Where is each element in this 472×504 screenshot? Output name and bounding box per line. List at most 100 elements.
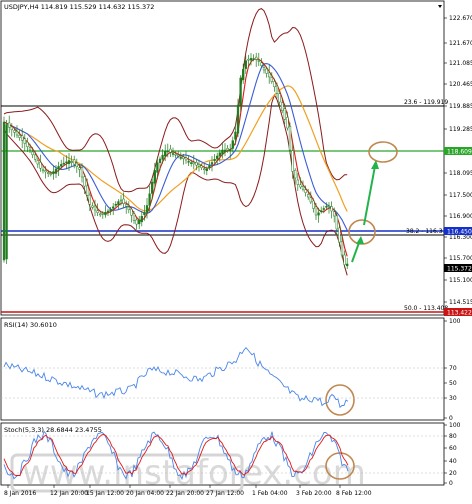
price-tick-label: 114.515: [449, 299, 472, 306]
price-tick-label: 120.465: [449, 81, 472, 88]
candle-body: [218, 152, 221, 157]
candle-body: [216, 155, 219, 159]
rsi-panel[interactable]: [0, 317, 445, 421]
price-tick-label: 119.885: [449, 103, 472, 110]
time-tick-label: 1 Feb 04:00: [252, 490, 288, 497]
price-tick-label: 116.900: [449, 213, 472, 220]
candle-body: [104, 212, 107, 216]
rsi-tick-label: 30: [449, 395, 457, 402]
green-price-tag-text: 118.609: [447, 149, 472, 156]
time-tick-label: 20 Jan 04:00: [126, 490, 164, 497]
stoch-tick-label: 0: [449, 480, 453, 487]
candle-body: [119, 199, 123, 202]
candle-body: [21, 135, 24, 141]
candle-body: [182, 156, 185, 159]
candle-body: [49, 173, 52, 175]
price-axis: 122.670 121.670 121.085 120.465 119.885 119.2…: [444, 15, 472, 306]
candle-body: [327, 205, 331, 208]
candle-body: [2, 121, 6, 261]
candle-body: [322, 208, 325, 210]
rsi-tick-label: 0: [449, 415, 453, 422]
candle-body: [234, 131, 237, 140]
candle-body: [96, 210, 99, 213]
candle-body: [122, 198, 125, 204]
candle-body: [44, 170, 47, 173]
candle-body: [291, 150, 294, 172]
stoch-tick-label: 100: [449, 422, 461, 429]
candle-body: [190, 162, 193, 164]
candle-body: [70, 161, 73, 163]
price-tick-label: 118.095: [449, 170, 472, 177]
candle-body: [13, 130, 16, 133]
candle-body: [231, 140, 234, 149]
candle-body: [223, 149, 227, 153]
candle-body: [112, 206, 115, 209]
candle-body: [205, 168, 208, 171]
candle-body: [299, 184, 302, 188]
candle-body: [145, 205, 149, 213]
candle-body: [247, 58, 250, 61]
candle-body: [57, 166, 60, 170]
candle-body: [252, 58, 255, 60]
candle-body: [340, 241, 344, 256]
candle-body: [125, 204, 128, 207]
price-tick-label: 119.285: [449, 126, 472, 133]
stoch-tick-label: 60: [449, 445, 457, 452]
candle-body: [317, 212, 320, 216]
price-tick-label: 115.100: [449, 277, 472, 284]
candle-body: [135, 219, 138, 225]
candle-body: [255, 56, 258, 60]
time-tick-label: 22 Jan 20:00: [166, 490, 204, 497]
candle-body: [143, 212, 146, 216]
candle-body: [158, 158, 162, 163]
candle-body: [226, 148, 229, 151]
candle-body: [91, 205, 94, 208]
candle-body: [23, 138, 26, 144]
candle-body: [62, 162, 65, 165]
stoch-tick-label: 80: [449, 433, 457, 440]
candle-body: [86, 185, 89, 196]
time-tick-label: 8 Feb 12:00: [336, 490, 372, 497]
stoch-axis: 100 80 60 40 20 0: [444, 422, 461, 487]
fib-500-label: 50.0 - 113.408: [404, 305, 448, 312]
candle-body: [80, 167, 84, 178]
candle-body: [78, 167, 81, 170]
candle-body: [338, 227, 341, 243]
candle-body: [153, 170, 156, 184]
rsi-tick-label: 70: [449, 365, 457, 372]
rsi-tick-label: 100: [449, 318, 461, 325]
candle-body: [99, 213, 102, 216]
candle-body: [130, 208, 133, 216]
candle-body: [307, 194, 310, 198]
candle-body: [41, 169, 45, 172]
fib-382-label: 38.2 - 116.318: [406, 228, 450, 235]
trading-chart[interactable]: www.instaforex.com 23.6 - 119.919 38.2 -…: [0, 0, 472, 500]
stoch-tick-label: 20: [449, 470, 457, 477]
candle-body: [52, 171, 55, 175]
candle-body: [67, 160, 71, 164]
candle-body: [177, 154, 180, 157]
candle-body: [242, 69, 245, 81]
chart-svg[interactable]: www.instaforex.com 23.6 - 119.919 38.2 -…: [0, 0, 472, 500]
price-tick-label: 121.670: [449, 40, 472, 47]
blue-price-tag-text: 116.450: [447, 229, 472, 236]
candle-body: [36, 160, 39, 165]
rsi-tick-label: 50: [449, 380, 457, 387]
candle-body: [148, 193, 151, 206]
candle-body: [138, 219, 141, 225]
price-tick-label: 117.500: [449, 192, 472, 199]
candle-body: [174, 153, 177, 156]
candle-body: [83, 176, 86, 187]
candle-body: [346, 263, 349, 267]
chart-title: USDJPY,H4 114.819 115.529 114.632 115.37…: [4, 3, 154, 11]
candle-body: [335, 215, 338, 230]
current-price-tag-text: 115.372: [447, 266, 472, 273]
candle-body: [187, 161, 190, 163]
candle-body: [210, 162, 214, 165]
candle-body: [93, 205, 97, 211]
candle-body: [249, 58, 253, 61]
candle-body: [114, 203, 117, 206]
candle-body: [179, 157, 182, 159]
candle-body: [265, 68, 268, 74]
candle-body: [75, 162, 78, 168]
